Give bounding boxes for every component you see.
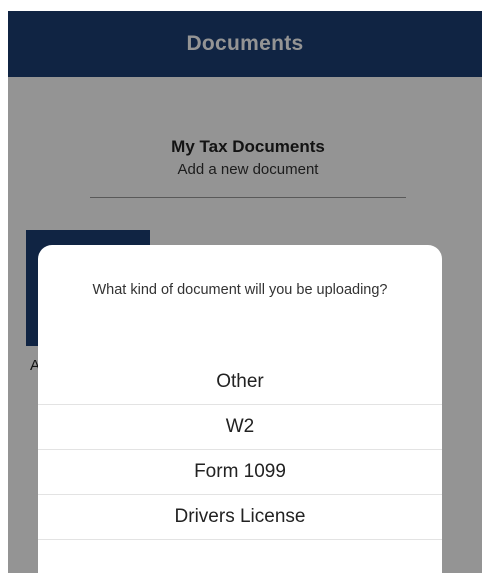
- option-w2[interactable]: W2: [38, 405, 442, 450]
- sheet-prompt: What kind of document will you be upload…: [92, 282, 388, 298]
- document-type-sheet: What kind of document will you be upload…: [38, 245, 442, 575]
- option-other[interactable]: Other: [38, 360, 442, 405]
- option-drivers-license[interactable]: Drivers License: [38, 495, 442, 540]
- option-form-1099[interactable]: Form 1099: [38, 450, 442, 495]
